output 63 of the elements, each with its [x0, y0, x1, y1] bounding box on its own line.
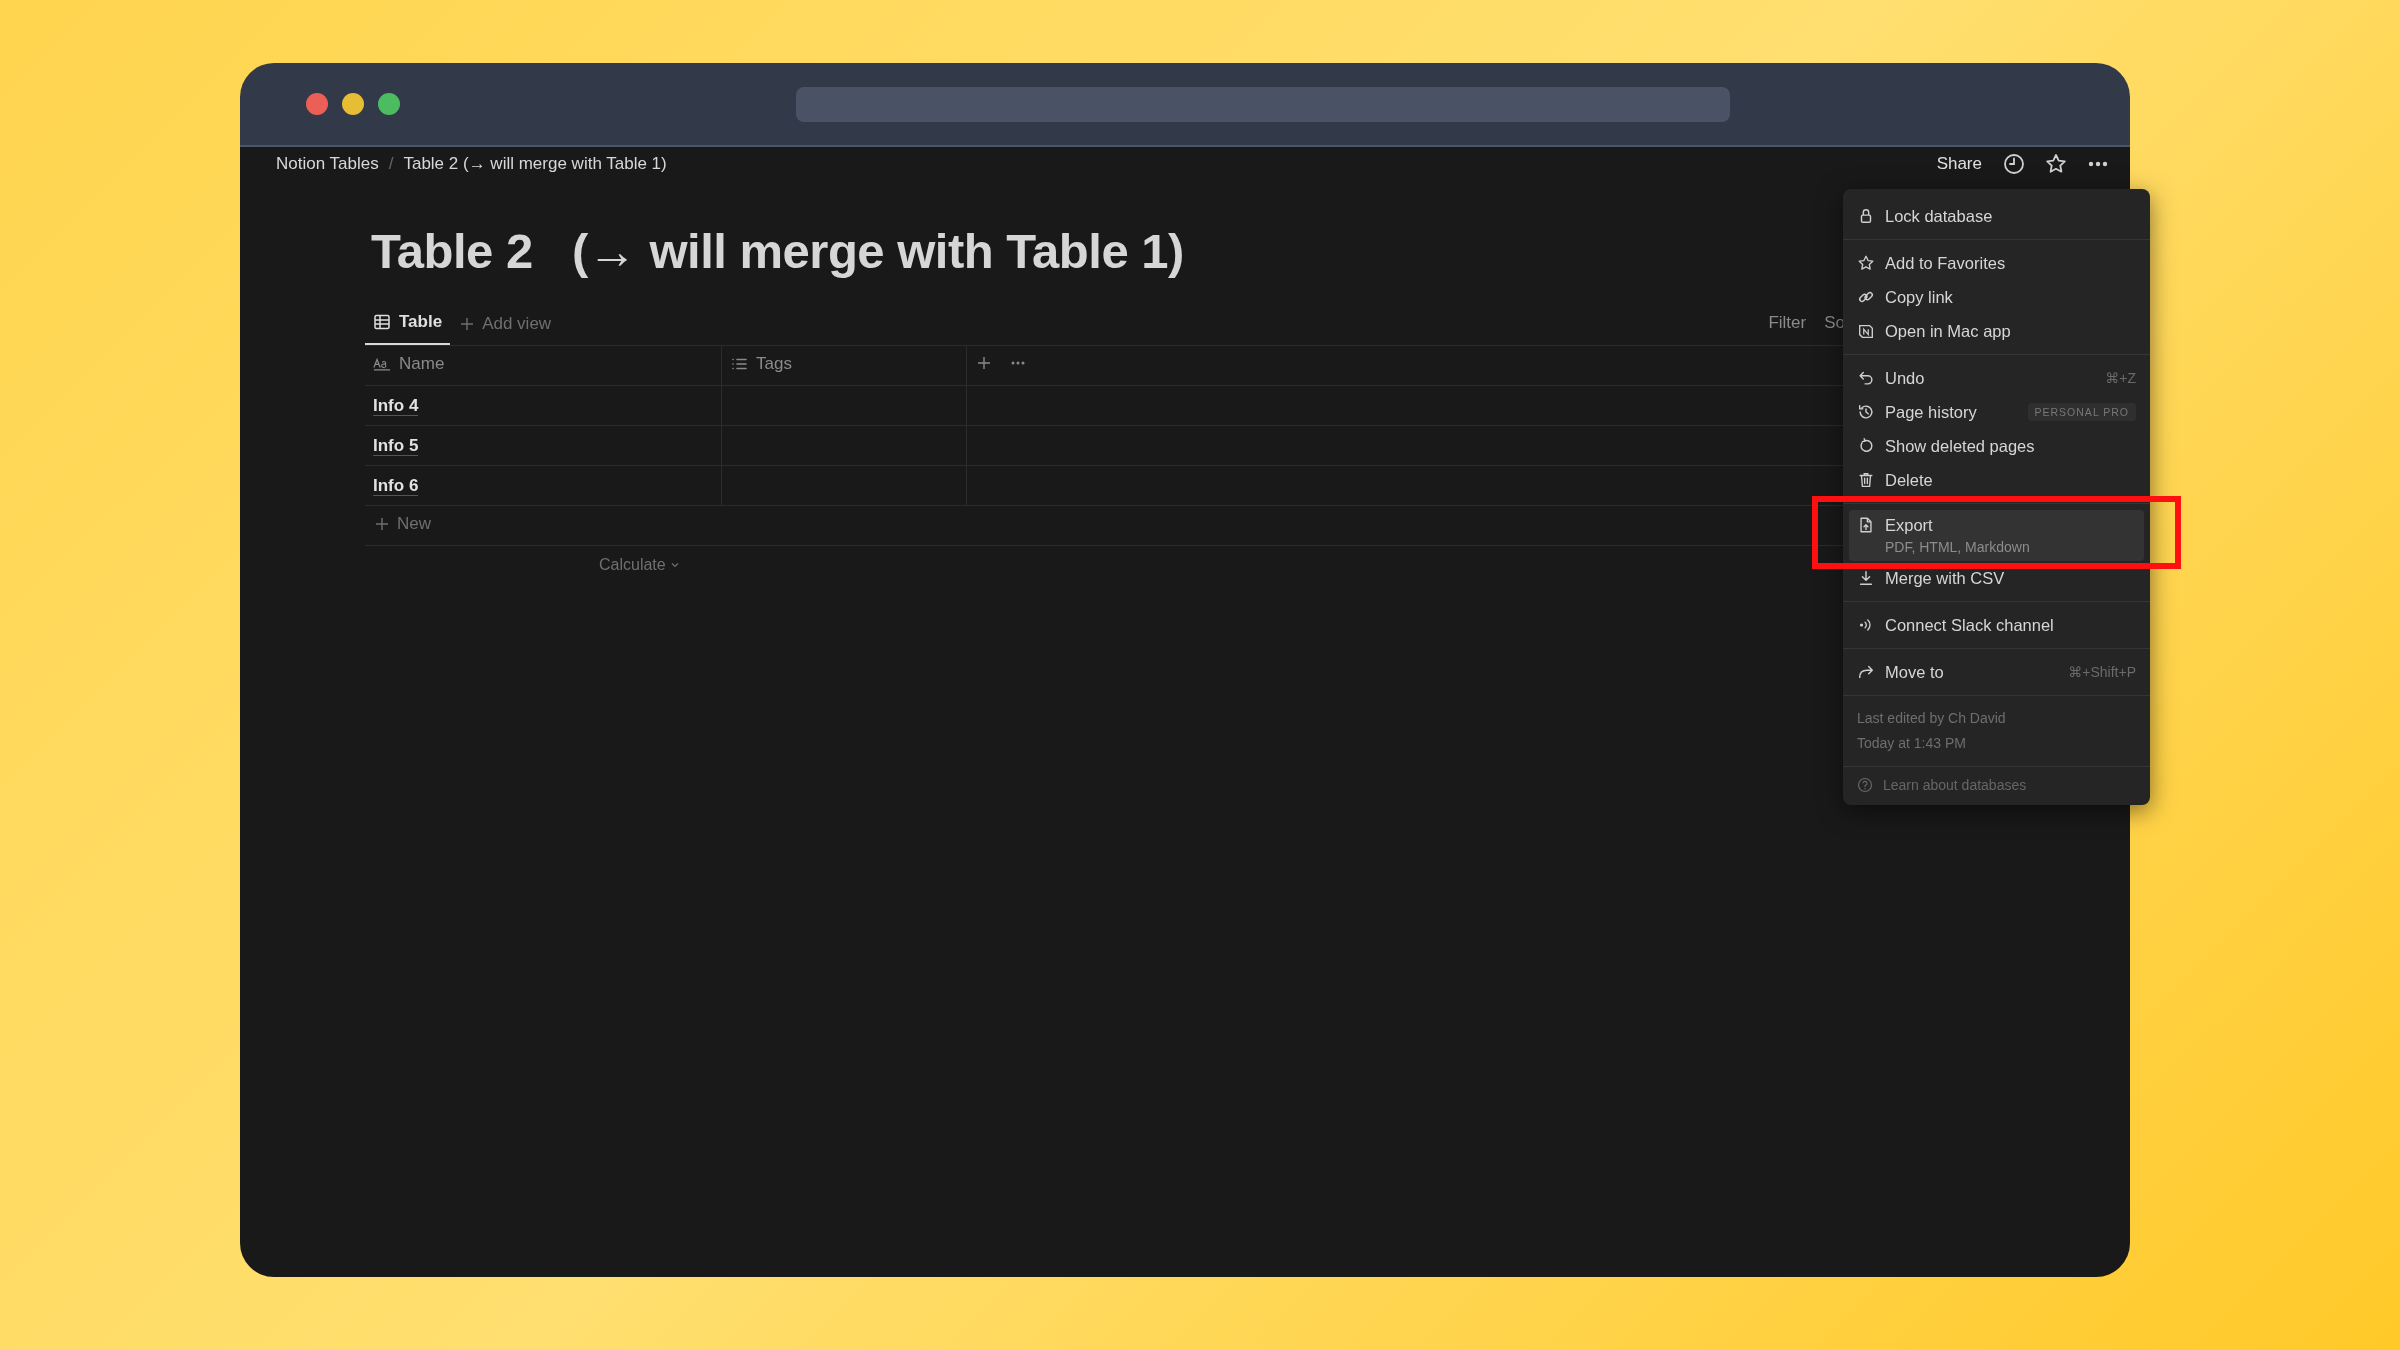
row-title[interactable]: Info 4	[373, 395, 419, 416]
page-title: Table 2 (→ will merge with Table 1)	[371, 223, 1184, 279]
keyboard-shortcut: ⌘+Shift+P	[2068, 664, 2136, 680]
menu-item-label: Copy link	[1885, 287, 1953, 307]
menu-item-label: Connect Slack channel	[1885, 615, 2054, 635]
filter-button[interactable]: Filter	[1768, 313, 1807, 333]
add-view-button[interactable]: Add view	[450, 303, 560, 345]
row-title[interactable]: Info 5	[373, 435, 419, 456]
edit-info-text: Today at 1:43 PM	[1857, 734, 1967, 753]
column-header[interactable]: Tags	[721, 346, 967, 386]
row-title[interactable]: Info 6	[373, 475, 419, 496]
app-logo-icon	[1857, 322, 1875, 340]
menu-item[interactable]: Move to ⌘+Shift+P	[1849, 655, 2144, 689]
menu-item[interactable]: Delete	[1849, 463, 2144, 497]
star-icon	[1857, 254, 1875, 272]
edit-info-text: Last edited by Ch David	[1857, 709, 2007, 728]
menu-item-label: Show deleted pages	[1885, 436, 2035, 456]
menu-item-label: Lock database	[1885, 206, 1993, 226]
arrow-icon	[1857, 663, 1875, 681]
plan-badge: PERSONAL PRO	[2027, 403, 2136, 421]
help-icon	[1857, 777, 1873, 793]
calculate-button[interactable]: Calculate	[599, 556, 680, 574]
menu-item-label: Delete	[1885, 470, 1933, 490]
undo-icon	[1857, 369, 1875, 387]
menu-item[interactable]: Merge with CSV	[1849, 561, 2144, 595]
new-row-button[interactable]: New	[373, 513, 431, 534]
menu-item-label: Export	[1885, 516, 1934, 535]
menu-item-label: Page history	[1885, 402, 1977, 422]
file-upload-icon	[1857, 516, 1875, 534]
restore-icon	[1857, 437, 1875, 455]
menu-item[interactable]: Page history PERSONAL PRO	[1849, 395, 2144, 429]
table-icon	[373, 313, 391, 331]
keyboard-shortcut: ⌘+Z	[2105, 370, 2136, 386]
share-button[interactable]: Share	[1936, 154, 1982, 174]
menu-item-label: Add to Favorites	[1885, 253, 2006, 273]
chevron-down-icon	[669, 560, 680, 570]
plus-icon[interactable]	[975, 354, 993, 372]
minimize-window-button[interactable]	[342, 93, 364, 115]
menu-item-label: Open in Mac app	[1885, 321, 2011, 341]
menu-item[interactable]: Open in Mac app	[1849, 314, 2144, 348]
breadcrumb-link[interactable]: Notion Tables	[276, 154, 379, 174]
trash-icon	[1857, 471, 1875, 489]
star-icon[interactable]	[2044, 152, 2068, 176]
menu-item[interactable]: Undo ⌘+Z	[1849, 361, 2144, 395]
menu-item[interactable]: Add to Favorites	[1849, 246, 2144, 280]
breadcrumb-link[interactable]: Table 2 (→ will merge with Table 1)	[403, 154, 667, 174]
menu-item[interactable]: Show deleted pages	[1849, 429, 2144, 463]
menu-item-description: PDF, HTML, Markdown	[1885, 539, 2030, 555]
maximize-window-button[interactable]	[378, 93, 400, 115]
menu-item[interactable]: Connect Slack channel	[1849, 608, 2144, 642]
column-header[interactable]: Name	[365, 346, 722, 386]
close-window-button[interactable]	[306, 93, 328, 115]
menu-item[interactable]: Copy link	[1849, 280, 2144, 314]
menu-item[interactable]: Export PDF, HTML, Markdown	[1849, 510, 2144, 561]
download-icon	[1857, 569, 1875, 587]
breadcrumb-separator: /	[388, 154, 394, 174]
history-icon	[1857, 403, 1875, 421]
menu-item-label: Merge with CSV	[1885, 568, 2005, 588]
menu-item-label: Undo	[1885, 368, 1925, 388]
menu-item-label: Move to	[1885, 662, 1944, 682]
clock-icon[interactable]	[2002, 152, 2026, 176]
view-tab[interactable]: Table	[365, 301, 451, 345]
menu-item[interactable]: Lock database	[1849, 199, 2144, 233]
